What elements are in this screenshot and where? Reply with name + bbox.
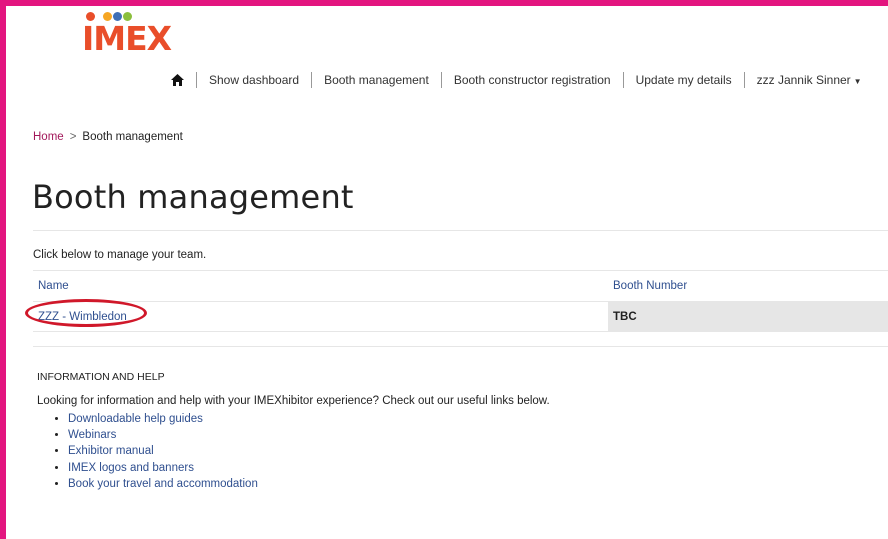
link-exhibitor-manual[interactable]: Exhibitor manual	[68, 445, 154, 457]
user-menu[interactable]: zzz Jannik Sinner ▼	[745, 73, 862, 87]
nav-show-dashboard[interactable]: Show dashboard	[197, 73, 311, 87]
user-menu-label: zzz Jannik Sinner	[756, 73, 851, 87]
table-spacer-row	[33, 331, 888, 347]
intro-text: Click below to manage your team.	[33, 249, 207, 261]
list-item: Book your travel and accommodation	[68, 476, 258, 492]
title-divider	[33, 230, 888, 231]
nav-booth-management[interactable]: Booth management	[312, 73, 441, 87]
info-text: Looking for information and help with yo…	[37, 395, 550, 407]
main-nav: Show dashboard Booth management Booth co…	[165, 72, 862, 88]
nav-home[interactable]	[165, 74, 196, 86]
link-webinars[interactable]: Webinars	[68, 429, 116, 441]
imex-logo[interactable]: IMEX	[82, 10, 192, 58]
caret-down-icon: ▼	[853, 77, 862, 86]
booth-number-cell: TBC	[608, 301, 888, 332]
link-logos-banners[interactable]: IMEX logos and banners	[68, 462, 194, 474]
list-item: Downloadable help guides	[68, 411, 258, 427]
logo-text: IMEX	[82, 19, 172, 58]
link-travel-accommodation[interactable]: Book your travel and accommodation	[68, 478, 258, 490]
teams-table: Name Booth Number ZZZ - Wimbledon TBC	[33, 270, 888, 347]
team-link[interactable]: ZZZ - Wimbledon	[38, 311, 127, 323]
info-heading: INFORMATION AND HELP	[37, 371, 165, 383]
column-header-name: Name	[33, 270, 608, 302]
nav-update-my-details[interactable]: Update my details	[624, 73, 744, 87]
table-row: ZZZ - Wimbledon TBC	[33, 301, 888, 332]
breadcrumb-separator: >	[69, 131, 77, 143]
help-links-list: Downloadable help guides Webinars Exhibi…	[37, 411, 258, 492]
list-item: Exhibitor manual	[68, 443, 258, 459]
link-help-guides[interactable]: Downloadable help guides	[68, 413, 203, 425]
home-icon	[171, 74, 184, 86]
column-header-booth-number: Booth Number	[608, 270, 888, 302]
page-title: Booth management	[32, 178, 354, 216]
breadcrumb-current: Booth management	[82, 131, 183, 143]
breadcrumb-home-link[interactable]: Home	[33, 131, 64, 143]
table-header-row: Name Booth Number	[33, 270, 888, 302]
list-item: IMEX logos and banners	[68, 460, 258, 476]
nav-booth-constructor-registration[interactable]: Booth constructor registration	[442, 73, 623, 87]
team-name-cell: ZZZ - Wimbledon	[33, 301, 608, 332]
list-item: Webinars	[68, 427, 258, 443]
breadcrumb: Home > Booth management	[33, 131, 183, 143]
